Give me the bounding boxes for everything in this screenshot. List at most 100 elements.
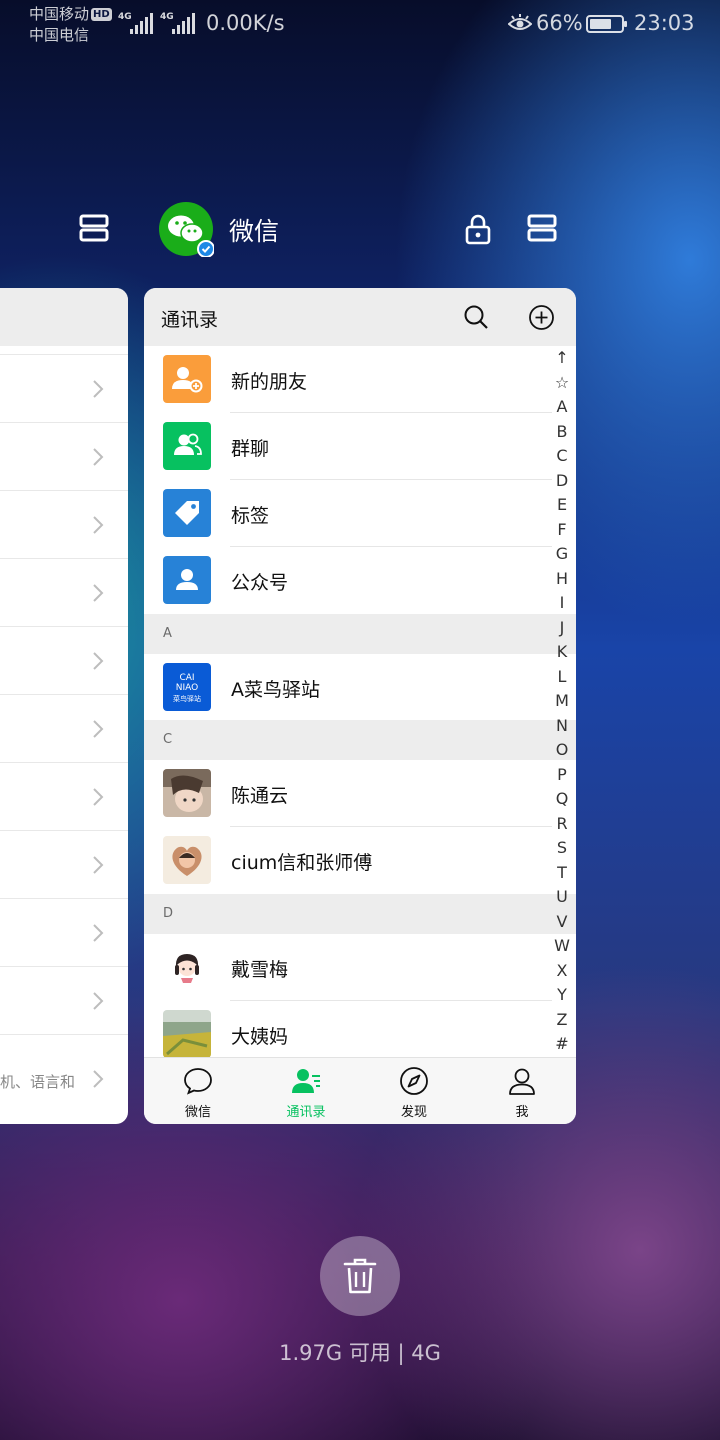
index-letter[interactable]: V — [557, 910, 568, 935]
index-letter[interactable]: J — [560, 616, 565, 641]
split-screen-icon[interactable] — [79, 214, 109, 242]
index-letter[interactable]: E — [557, 493, 567, 518]
list-item-text: 机、语言和 — [0, 1073, 76, 1091]
contact-item[interactable]: CAI NIAO 菜鸟驿站 A菜鸟驿站 — [144, 654, 576, 721]
index-letter[interactable]: R — [556, 812, 567, 837]
battery-icon — [586, 15, 627, 33]
index-letter[interactable]: O — [556, 738, 569, 763]
split-screen-icon-right[interactable] — [527, 214, 557, 242]
index-letter[interactable]: B — [557, 420, 568, 445]
new-friends-label: 新的朋友 — [231, 371, 308, 393]
index-letter[interactable]: ↑ — [555, 346, 568, 371]
chat-bubble-icon — [184, 1068, 212, 1095]
clock: 23:03 — [634, 11, 695, 35]
alphabet-index[interactable]: ↑ ☆ A B C D E F G H I J K L M N O P Q R S T U V W X Y Z # — [550, 346, 574, 1057]
network-type-2: 4G — [160, 12, 174, 22]
chevron-right-icon — [93, 516, 104, 534]
chevron-right-icon — [93, 448, 104, 466]
contact-name: 陈通云 — [231, 785, 289, 807]
index-letter[interactable]: A — [557, 395, 568, 420]
search-icon[interactable] — [463, 304, 489, 330]
tab-discover[interactable]: 发现 — [360, 1058, 468, 1124]
trash-icon — [343, 1258, 377, 1294]
page-title: 通讯录 — [161, 309, 219, 331]
contact-item[interactable]: cium信和张师傅 — [144, 827, 576, 894]
index-letter[interactable]: # — [555, 1032, 568, 1057]
chevron-right-icon — [93, 652, 104, 670]
section-header-d: D — [144, 894, 576, 934]
clear-all-button[interactable] — [320, 1236, 400, 1316]
index-letter[interactable]: D — [556, 469, 568, 494]
section-header-c: C — [144, 720, 576, 760]
contact-name: A菜鸟驿站 — [231, 679, 320, 701]
list-item[interactable] — [0, 354, 128, 398]
add-icon[interactable] — [528, 304, 555, 331]
list-item[interactable]: 机、语言和 — [0, 1034, 128, 1091]
memory-info: 1.97G 可用 | 4G — [279, 1341, 441, 1365]
index-letter[interactable]: H — [556, 567, 568, 592]
index-letter[interactable]: Z — [557, 1008, 568, 1033]
previous-app-header — [0, 288, 128, 346]
new-friends-item[interactable]: 新的朋友 — [144, 346, 576, 413]
cainiao-logo-line3: 菜鸟驿站 — [173, 694, 201, 703]
signal-2-icon: 4G — [160, 12, 195, 34]
person-icon — [509, 1068, 535, 1095]
chevron-right-icon — [93, 380, 104, 398]
index-letter[interactable]: I — [560, 591, 565, 616]
list-item[interactable] — [0, 694, 128, 738]
index-letter[interactable]: Q — [556, 787, 569, 812]
contact-item[interactable]: 戴雪梅 — [144, 934, 576, 1001]
chevron-right-icon — [93, 788, 104, 806]
index-letter[interactable]: N — [556, 714, 568, 739]
carrier-2: 中国电信 — [29, 26, 90, 44]
section-header-a: A — [144, 614, 576, 654]
official-account-icon — [163, 556, 211, 604]
index-letter[interactable]: K — [557, 640, 568, 665]
lock-icon[interactable] — [465, 213, 491, 245]
list-item[interactable] — [0, 762, 128, 806]
wechat-app-card[interactable]: 通讯录 新的朋友 群聊 标签 公众号 A CAI NIAO 菜鸟驿站 A菜鸟驿站… — [144, 288, 576, 1124]
group-chats-item[interactable]: 群聊 — [144, 413, 576, 480]
index-letter[interactable]: L — [558, 665, 567, 690]
contact-name: 戴雪梅 — [231, 959, 289, 981]
official-accounts-item[interactable]: 公众号 — [144, 547, 576, 614]
list-item[interactable] — [0, 626, 128, 670]
contact-item[interactable]: 陈通云 — [144, 760, 576, 827]
tab-contacts[interactable]: 通讯录 — [252, 1058, 360, 1124]
avatar — [163, 1010, 211, 1058]
list-item[interactable] — [0, 490, 128, 534]
index-letter[interactable]: F — [557, 518, 566, 543]
index-letter[interactable]: ☆ — [555, 371, 569, 396]
index-letter[interactable]: P — [557, 763, 567, 788]
chevron-right-icon — [93, 720, 104, 738]
compass-icon — [400, 1067, 428, 1095]
list-item[interactable] — [0, 830, 128, 874]
index-letter[interactable]: W — [554, 934, 570, 959]
network-type-1: 4G — [118, 12, 132, 22]
tab-chats[interactable]: 微信 — [144, 1058, 252, 1124]
cainiao-logo-line2: NIAO — [176, 683, 198, 693]
list-item[interactable] — [0, 558, 128, 602]
chevron-right-icon — [93, 1070, 104, 1088]
cainiao-logo-line1: CAI — [179, 673, 194, 683]
carrier-info: 中国移动 HD 中国电信 — [29, 4, 112, 46]
index-letter[interactable]: U — [556, 885, 568, 910]
index-letter[interactable]: Y — [557, 983, 567, 1008]
index-letter[interactable]: X — [557, 959, 568, 984]
avatar — [163, 943, 211, 991]
index-letter[interactable]: S — [557, 836, 567, 861]
index-letter[interactable]: M — [555, 689, 569, 714]
index-letter[interactable]: T — [557, 861, 567, 886]
index-letter[interactable]: C — [556, 444, 567, 469]
tags-item[interactable]: 标签 — [144, 480, 576, 547]
list-item[interactable] — [0, 898, 128, 942]
list-item[interactable] — [0, 422, 128, 466]
wechat-app-icon[interactable] — [158, 201, 214, 257]
chevron-right-icon — [93, 924, 104, 942]
previous-app-card[interactable]: 机、语言和 — [0, 288, 128, 1124]
tab-me[interactable]: 我 — [468, 1058, 576, 1124]
contacts-header: 通讯录 — [144, 288, 576, 346]
list-item[interactable] — [0, 966, 128, 1010]
avatar — [163, 769, 211, 817]
index-letter[interactable]: G — [556, 542, 568, 567]
